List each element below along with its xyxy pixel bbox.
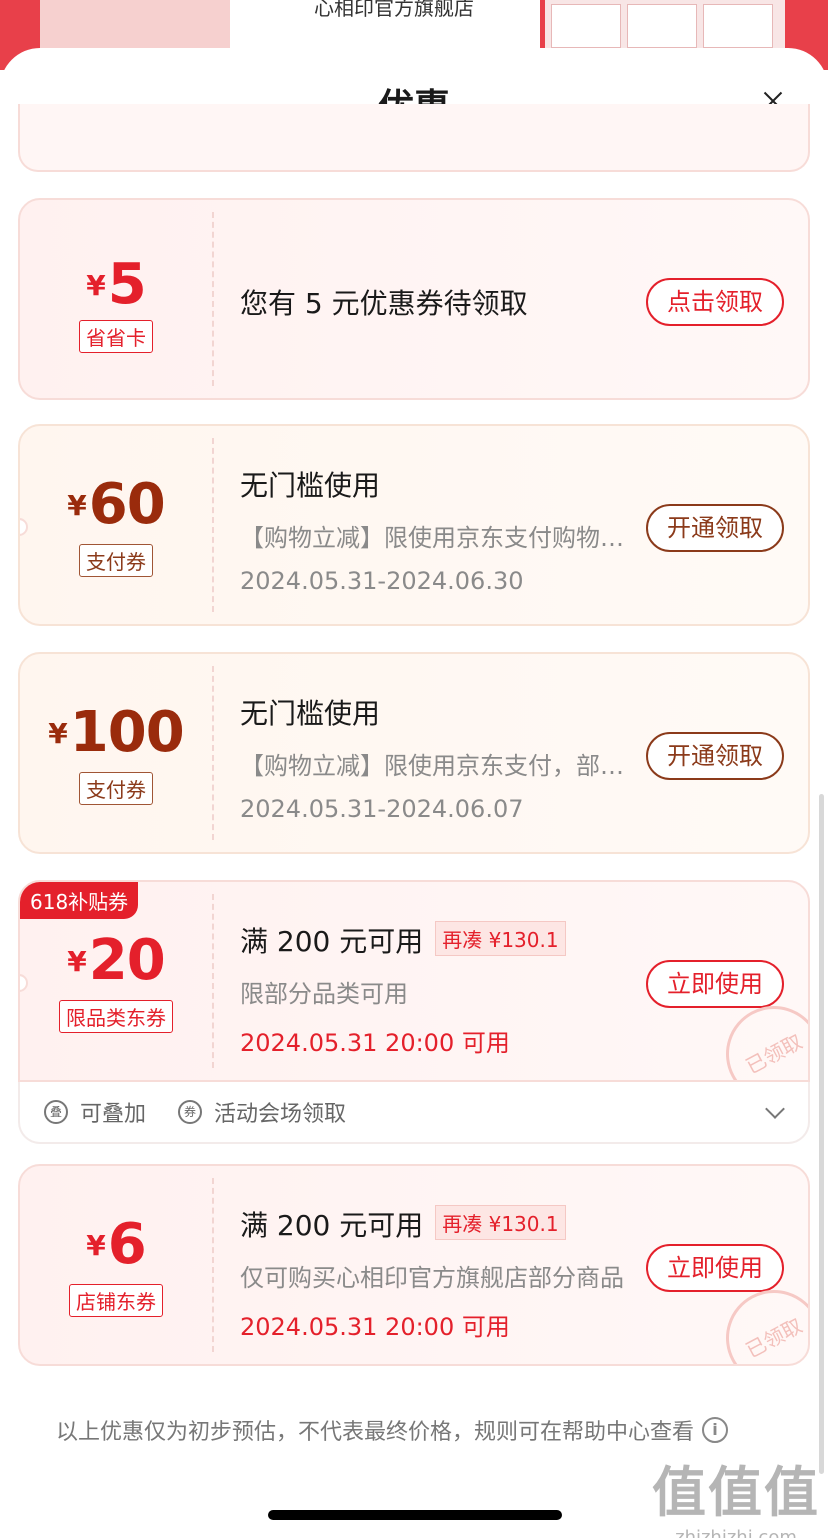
coupon-type-tag: 支付券 xyxy=(79,772,153,805)
coupon-title: 您有 5 元优惠券待领取 xyxy=(240,287,528,320)
coupon-validity: 2024.05.31-2024.06.30 xyxy=(240,567,524,595)
coupon-title: 满 200 元可用 再凑 ¥130.1 xyxy=(240,1204,628,1244)
stackable-info: 叠 可叠加 xyxy=(44,1096,146,1128)
coupon-amount: ¥6 xyxy=(86,1212,146,1277)
coupon-sheet: 优惠 ¥5 省省卡 您有 5 元优惠券待领取 点击领取 ¥60 支付券 无门槛使… xyxy=(0,48,828,1538)
coupon-validity: 2024.05.31 20:00 可用 xyxy=(240,1313,510,1341)
chevron-down-icon[interactable] xyxy=(765,1099,785,1119)
watermark: 值值值 zhizhizhi.com xyxy=(652,1461,820,1538)
remaining-amount-pill: 再凑 ¥130.1 xyxy=(435,1205,566,1240)
coupon-value: ¥6 店铺东券 xyxy=(20,1166,212,1364)
activate-claim-button[interactable]: 开通领取 xyxy=(646,732,784,780)
source-info: 券 活动会场领取 xyxy=(178,1096,346,1128)
store-name: 心相印官方旗舰店 xyxy=(314,0,474,20)
coupon-divider xyxy=(212,666,214,840)
coupon-card: ¥5 省省卡 您有 5 元优惠券待领取 点击领取 xyxy=(18,198,810,400)
coupon-type-tag: 省省卡 xyxy=(79,320,153,353)
coupon-value: ¥60 支付券 xyxy=(20,426,212,624)
coupon-content: 您有 5 元优惠券待领取 xyxy=(240,282,628,322)
coupon-content: 无门槛使用 【购物立减】限使用京东支付购物满一定金额可用 2024.05.31-… xyxy=(240,464,628,595)
use-now-button[interactable]: 立即使用 xyxy=(646,960,784,1008)
coupon-description: 【购物立减】限使用京东支付购物满一定金额可用 xyxy=(240,524,628,552)
coupon-footer: 叠 可叠加 券 活动会场领取 xyxy=(18,1082,810,1144)
activate-claim-button[interactable]: 开通领取 xyxy=(646,504,784,552)
coupon-validity: 2024.05.31 20:00 可用 xyxy=(240,1029,510,1057)
coupon-content: 无门槛使用 【购物立减】限使用京东支付，部分商品可用 2024.05.31-20… xyxy=(240,692,628,823)
source-label: 活动会场领取 xyxy=(214,1102,347,1127)
coupon-value: ¥100 支付券 xyxy=(20,654,212,852)
coupon-card: ¥6 店铺东券 满 200 元可用 再凑 ¥130.1 仅可购买心相印官方旗舰店部… xyxy=(18,1164,810,1366)
coupon-content: 满 200 元可用 再凑 ¥130.1 限部分品类可用 2024.05.31 20… xyxy=(240,920,628,1058)
stack-icon: 叠 xyxy=(44,1100,68,1124)
stackable-label: 可叠加 xyxy=(80,1102,147,1127)
remaining-amount-pill: 再凑 ¥130.1 xyxy=(435,921,566,956)
coupon-validity: 2024.05.31-2024.06.07 xyxy=(240,795,524,823)
disclaimer: 以上优惠仅为初步预估，不代表最终价格，规则可在帮助中心查看 i xyxy=(56,1414,729,1446)
scrollbar[interactable] xyxy=(819,794,824,1474)
claim-button[interactable]: 点击领取 xyxy=(646,278,784,326)
disclaimer-text: 以上优惠仅为初步预估，不代表最终价格，规则可在帮助中心查看 xyxy=(56,1420,695,1445)
coupon-card: 618补贴券 ¥20 限品类东券 满 200 元可用 再凑 ¥130.1 限部分品… xyxy=(18,880,810,1082)
home-indicator[interactable] xyxy=(268,1510,562,1520)
coupon-title: 无门槛使用 xyxy=(240,697,381,730)
coupon-divider xyxy=(212,1178,214,1352)
coupon-type-tag: 限品类东券 xyxy=(59,1000,173,1033)
coupon-value: ¥5 省省卡 xyxy=(20,200,212,398)
banner-store-title: 心相印官方旗舰店 xyxy=(230,0,540,48)
coupon-amount: ¥5 xyxy=(86,252,146,317)
coupon-description: 【购物立减】限使用京东支付，部分商品可用 xyxy=(240,752,628,780)
coupon-amount: ¥60 xyxy=(67,472,165,537)
info-icon[interactable]: i xyxy=(702,1417,729,1443)
coupon-divider xyxy=(212,894,214,1068)
coupon-type-tag: 店铺东券 xyxy=(69,1284,163,1317)
coupon-card: ¥100 支付券 无门槛使用 【购物立减】限使用京东支付，部分商品可用 2024… xyxy=(18,652,810,854)
coupon-description: 仅可购买心相印官方旗舰店部分商品 xyxy=(240,1264,624,1292)
coupon-amount: ¥20 xyxy=(67,928,165,993)
coupon-amount: ¥100 xyxy=(48,700,184,765)
coupon-type-tag: 支付券 xyxy=(79,544,153,577)
coupon-title: 满 200 元可用 再凑 ¥130.1 xyxy=(240,920,628,960)
coupon-divider xyxy=(212,438,214,612)
ticket-icon: 券 xyxy=(178,1100,202,1124)
coupon-title: 无门槛使用 xyxy=(240,469,381,502)
coupon-card: ¥60 支付券 无门槛使用 【购物立减】限使用京东支付购物满一定金额可用 202… xyxy=(18,424,810,626)
coupon-content: 满 200 元可用 再凑 ¥130.1 仅可购买心相印官方旗舰店部分商品 2024… xyxy=(240,1204,628,1342)
use-now-button[interactable]: 立即使用 xyxy=(646,1244,784,1292)
coupon-value: ¥20 限品类东券 xyxy=(20,882,212,1080)
coupon-divider xyxy=(212,212,214,386)
coupon-card-partial xyxy=(18,104,810,172)
coupon-description: 限部分品类可用 xyxy=(240,980,408,1008)
